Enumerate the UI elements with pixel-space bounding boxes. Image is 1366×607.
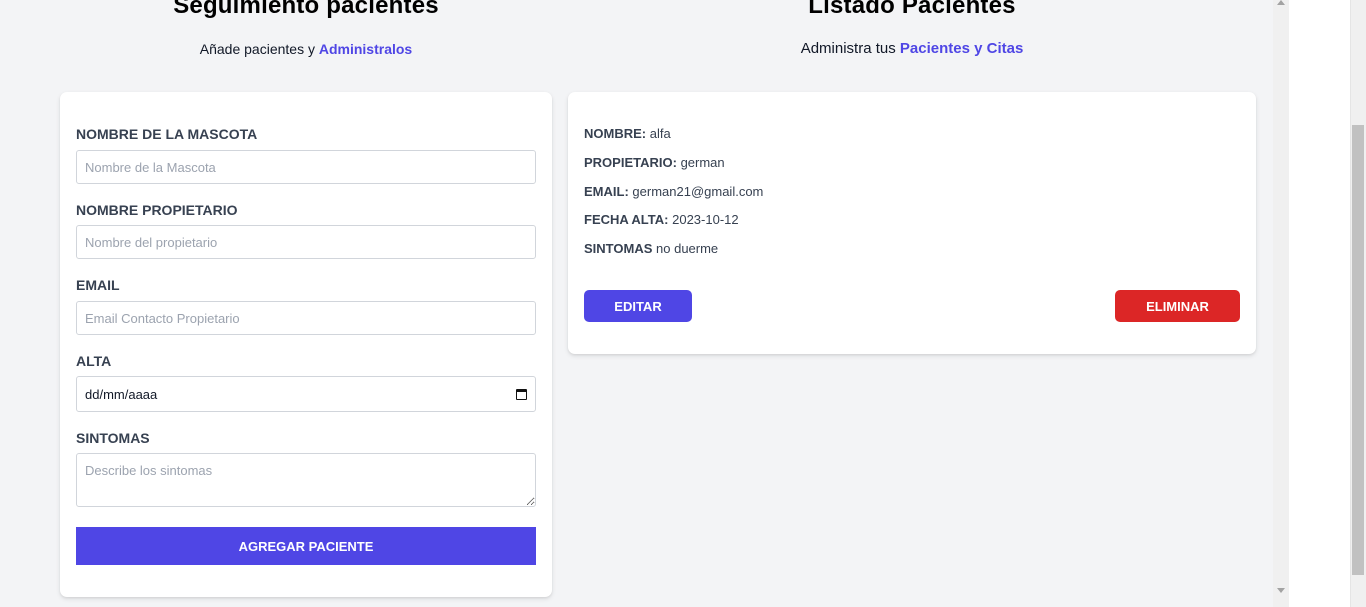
form-subtitle-text: Añade pacientes y [199,41,315,57]
symptoms-label: SINTOMAS [76,430,150,446]
patient-email-row: EMAIL: german21@gmail.com [584,184,763,199]
patient-name-label: NOMBRE: [584,126,647,141]
symptoms-textarea[interactable] [76,453,536,507]
owner-name-input[interactable] [76,225,536,259]
scroll-up-arrow-icon[interactable] [1277,0,1285,5]
pet-name-label: NOMBRE DE LA MASCOTA [76,126,258,142]
patient-owner-value: german [680,155,725,170]
list-title: Listado Pacientes [808,0,1016,19]
patient-form: NOMBRE DE LA MASCOTA NOMBRE PROPIETARIO … [60,92,552,597]
date-value: dd/mm/aaaa [85,386,158,402]
list-subtitle-accent: Pacientes y Citas [899,40,1024,57]
date-input[interactable]: dd/mm/aaaa [76,376,536,412]
calendar-icon[interactable] [516,388,527,400]
form-subtitle-accent: Administralos [318,41,413,57]
form-title: Seguimiento pacientes [173,0,439,19]
window-scrollbar-thumb[interactable] [1352,125,1364,575]
list-subtitle: Administra tus Pacientes y Citas [568,40,1256,57]
patient-symptoms-value: no duerme [656,241,719,256]
patient-card: NOMBRE: alfa PROPIETARIO: german EMAIL: … [568,92,1256,354]
app-page: Seguimiento pacientes Añade pacientes y … [0,0,1273,607]
patient-date-row: FECHA ALTA: 2023-10-12 [584,212,739,227]
viewport-gap [1289,0,1350,607]
patient-email-label: EMAIL: [584,184,629,199]
delete-button[interactable]: ELIMINAR [1115,290,1240,322]
patient-owner-row: PROPIETARIO: german [584,155,725,170]
form-subtitle: Añade pacientes y Administralos [60,41,552,57]
inner-scrollbar[interactable] [1273,0,1289,607]
pet-name-input[interactable] [76,150,536,184]
owner-name-label: NOMBRE PROPIETARIO [76,202,238,218]
patient-name-row: NOMBRE: alfa [584,126,671,141]
add-patient-button[interactable]: AGREGAR PACIENTE [76,527,536,565]
patient-symptoms-label: SINTOMAS [584,241,653,256]
patient-owner-label: PROPIETARIO: [584,155,677,170]
patient-symptoms-row: SINTOMAS no duerme [584,241,718,256]
edit-button[interactable]: EDITAR [584,290,692,322]
email-input[interactable] [76,301,536,335]
patient-email-value: german21@gmail.com [632,184,764,199]
patient-name-value: alfa [649,126,671,141]
scroll-down-arrow-icon[interactable] [1277,588,1285,593]
patient-date-value: 2023-10-12 [672,212,739,227]
list-subtitle-text: Administra tus [800,40,896,57]
email-label: EMAIL [76,277,120,293]
patient-date-label: FECHA ALTA: [584,212,669,227]
date-label: ALTA [76,353,112,369]
